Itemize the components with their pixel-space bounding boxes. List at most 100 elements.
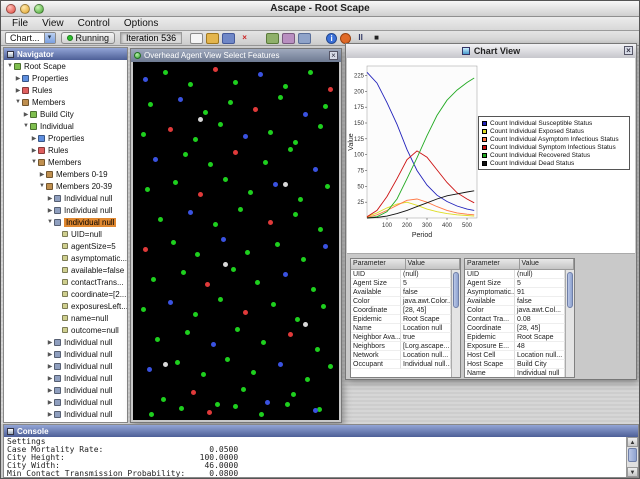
tree-node[interactable]: ▼Members: [4, 156, 127, 168]
chevron-right-icon[interactable]: ▶: [46, 411, 54, 418]
chevron-right-icon[interactable]: ▶: [22, 111, 30, 118]
table-header-cell[interactable]: Value: [520, 259, 575, 270]
table-row[interactable]: Colorjava.awt.Color...: [351, 297, 451, 306]
table-row[interactable]: NameIndividual null: [465, 369, 565, 377]
tree-node[interactable]: contactTrans...: [4, 276, 127, 288]
table-header-cell[interactable]: Parameter: [351, 259, 406, 270]
scroll-thumb[interactable]: [628, 448, 637, 462]
tree-node[interactable]: agentSize=5: [4, 240, 127, 252]
tree-node[interactable]: available=false: [4, 264, 127, 276]
info-icon[interactable]: i: [326, 33, 337, 44]
table-row[interactable]: NameLocation null: [351, 324, 451, 333]
pause-icon[interactable]: II: [354, 33, 367, 44]
chevron-right-icon[interactable]: ▶: [46, 387, 54, 394]
chevron-right-icon[interactable]: ▶: [46, 363, 54, 370]
table-row[interactable]: Availablefalse: [465, 297, 565, 306]
table-row[interactable]: Neighbor Ava...true: [351, 333, 451, 342]
table-row[interactable]: Host CellLocation null...: [465, 351, 565, 360]
chevron-right-icon[interactable]: ▶: [46, 207, 54, 214]
scroll-up-icon[interactable]: ▲: [627, 437, 638, 447]
stop-icon[interactable]: ■: [370, 33, 383, 44]
chevron-right-icon[interactable]: ▶: [30, 147, 38, 154]
tree-node[interactable]: outcome=null: [4, 324, 127, 336]
table-row[interactable]: Coordinate[28, 45]: [465, 324, 565, 333]
chevron-right-icon[interactable]: ▶: [46, 339, 54, 346]
minimize-button[interactable]: [20, 4, 30, 14]
table-row[interactable]: UID(null): [351, 270, 451, 279]
chevron-down-icon[interactable]: ▼: [46, 219, 54, 225]
tree-node[interactable]: exposuresLeft...: [4, 300, 127, 312]
tree-node[interactable]: ▶Individual null: [4, 360, 127, 372]
chart-view-titlebar[interactable]: Chart View ×: [346, 44, 636, 58]
table-header-cell[interactable]: Parameter: [465, 259, 520, 270]
chevron-down-icon[interactable]: ▼: [30, 159, 38, 165]
chevron-down-icon[interactable]: ▼: [22, 123, 30, 129]
table-row[interactable]: NetworkLocation null...: [351, 351, 451, 360]
chevron-down-icon[interactable]: ▼: [6, 63, 14, 69]
tree-node[interactable]: ▶Individual null: [4, 348, 127, 360]
chevron-down-icon[interactable]: ▼: [38, 183, 46, 189]
agent-view-titlebar[interactable]: Overhead Agent View Select Features ×: [131, 49, 341, 62]
tree-node[interactable]: ▶Individual null: [4, 384, 127, 396]
table-row[interactable]: EpidemicRoot Scape: [465, 333, 565, 342]
menu-view[interactable]: View: [35, 18, 71, 29]
chevron-right-icon[interactable]: ▶: [14, 87, 22, 94]
tree-node[interactable]: ▶Individual null: [4, 396, 127, 408]
console-header[interactable]: Console: [4, 425, 638, 437]
tree-node[interactable]: ▶Build City: [4, 108, 127, 120]
table-row[interactable]: UID(null): [465, 270, 565, 279]
new-document-icon[interactable]: [190, 33, 203, 44]
table-row[interactable]: EpidemicRoot Scape: [351, 315, 451, 324]
chevron-right-icon[interactable]: ▶: [46, 375, 54, 382]
tree-node[interactable]: ▶Individual null: [4, 192, 127, 204]
chevron-right-icon[interactable]: ▶: [46, 399, 54, 406]
table-scrollbar[interactable]: [565, 270, 574, 377]
menu-control[interactable]: Control: [71, 18, 117, 29]
tree-node[interactable]: ▼Root Scape: [4, 60, 127, 72]
console-scrollbar[interactable]: ▲ ▼: [626, 437, 638, 477]
menu-options[interactable]: Options: [117, 18, 165, 29]
chevron-right-icon[interactable]: ▶: [14, 75, 22, 82]
tree-node[interactable]: ▼Individual null: [4, 216, 127, 228]
table-scrollbar[interactable]: [451, 270, 460, 377]
tree-node[interactable]: ▶Properties: [4, 72, 127, 84]
chevron-down-icon[interactable]: ▼: [14, 99, 22, 105]
close-button[interactable]: [6, 4, 16, 14]
running-button[interactable]: Running: [61, 32, 116, 44]
scroll-thumb[interactable]: [453, 272, 459, 308]
table-row[interactable]: Colorjava.awt.Col...: [465, 306, 565, 315]
tree-node[interactable]: ▼Individual: [4, 120, 127, 132]
scroll-thumb[interactable]: [567, 272, 573, 308]
chevron-right-icon[interactable]: ▶: [46, 195, 54, 202]
table-row[interactable]: Coordinate[28, 45]: [351, 306, 451, 315]
table-row[interactable]: Neighbors[Lorg.ascape...: [351, 342, 451, 351]
navigator-header[interactable]: Navigator: [4, 48, 127, 60]
tree-node[interactable]: UID=null: [4, 228, 127, 240]
data-view-icon[interactable]: [298, 33, 311, 44]
tree-node[interactable]: asymptomatic...: [4, 252, 127, 264]
tree-node[interactable]: ▶Rules: [4, 144, 127, 156]
tree-node[interactable]: ▶Individual null: [4, 408, 127, 420]
save-icon[interactable]: [222, 33, 235, 44]
tree-node[interactable]: name=null: [4, 312, 127, 324]
zoom-button[interactable]: [34, 4, 44, 14]
tree-node[interactable]: ▶Properties: [4, 132, 127, 144]
table-row[interactable]: Host ScapeBuild City: [465, 360, 565, 369]
chart-dropdown[interactable]: Chart... ▾: [5, 32, 56, 44]
chart-view-icon[interactable]: [282, 33, 295, 44]
scroll-down-icon[interactable]: ▼: [627, 467, 638, 477]
delete-icon[interactable]: ×: [238, 33, 251, 44]
tree-node[interactable]: ▼Members 20-39: [4, 180, 127, 192]
table-row[interactable]: Asymptomatic...91: [465, 288, 565, 297]
tree-node[interactable]: ▶Rules: [4, 84, 127, 96]
agent-view-close-icon[interactable]: ×: [329, 51, 338, 60]
table-row[interactable]: Contact Tra...0.08: [465, 315, 565, 324]
agent-canvas[interactable]: [133, 62, 339, 420]
table-header-cell[interactable]: Value: [406, 259, 461, 270]
table-row[interactable]: OccupantIndividual null...: [351, 360, 451, 369]
chevron-right-icon[interactable]: ▶: [46, 351, 54, 358]
tree-node[interactable]: ▶Individual null: [4, 204, 127, 216]
menu-file[interactable]: File: [5, 18, 35, 29]
agent-view-icon[interactable]: [266, 33, 279, 44]
window-titlebar[interactable]: Ascape - Root Scape: [1, 1, 639, 17]
